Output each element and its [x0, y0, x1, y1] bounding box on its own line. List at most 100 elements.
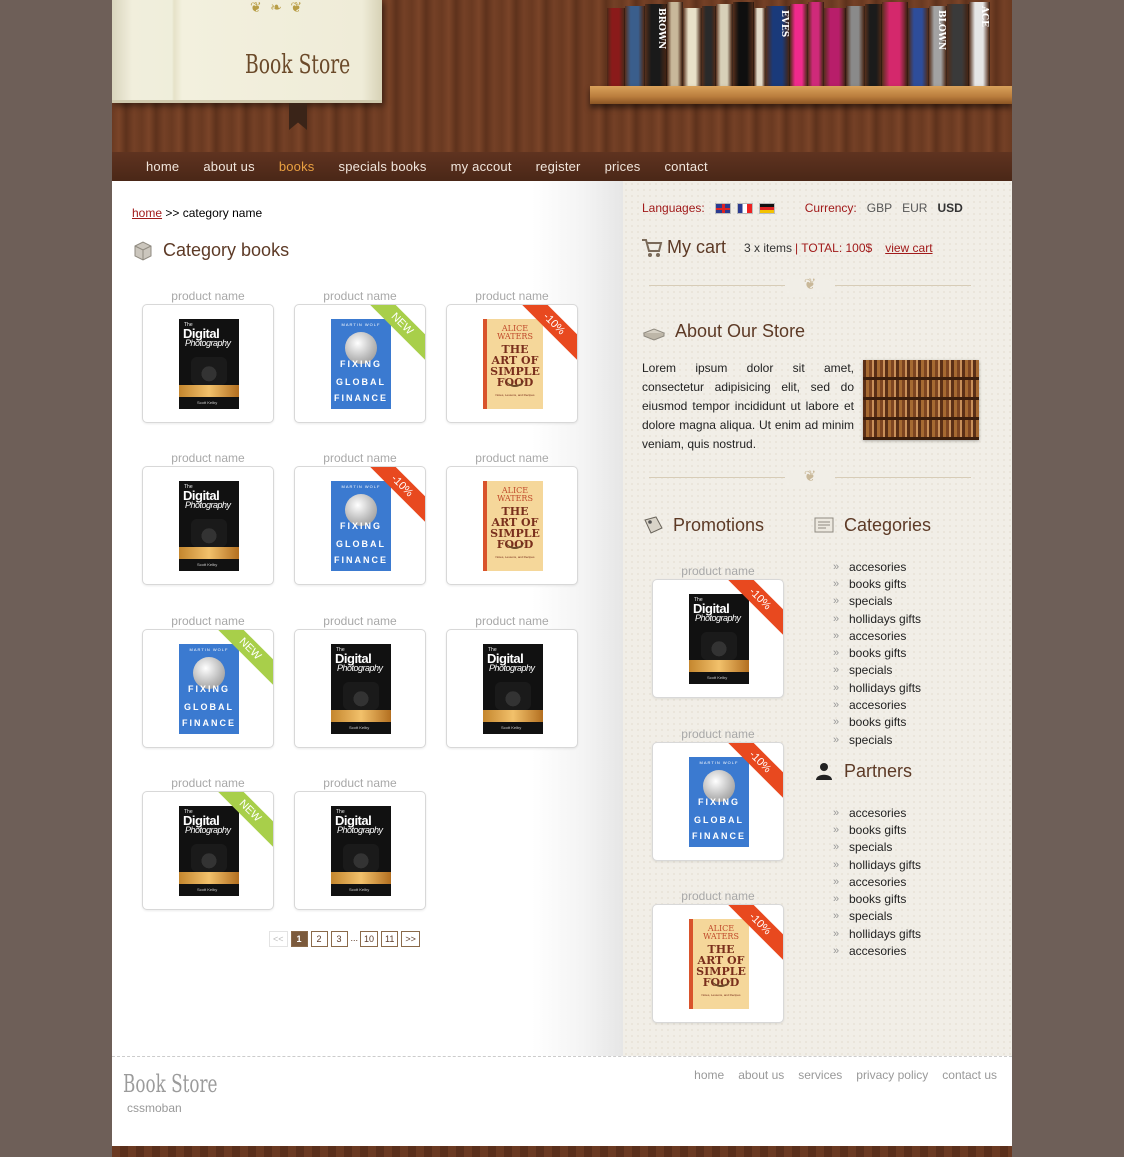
- category-item[interactable]: » hollidays gifts: [831, 679, 981, 696]
- breadcrumb-home-link[interactable]: home: [132, 206, 162, 220]
- currency-gbp[interactable]: GBP: [867, 201, 892, 215]
- footer-link-contact-us[interactable]: contact us: [942, 1068, 997, 1082]
- nav-prices[interactable]: prices: [605, 159, 641, 174]
- sidebar: Languages: Currency: GBP EUR USD My cart…: [623, 181, 1012, 1056]
- nav-books[interactable]: books: [279, 159, 315, 174]
- uk-flag-icon[interactable]: [714, 202, 731, 214]
- product-name[interactable]: product name: [652, 889, 784, 903]
- nav-specials-books[interactable]: specials books: [339, 159, 427, 174]
- product-card[interactable]: MARTIN WOLF FIXING GLOBAL FINANCE NEW: [142, 628, 274, 748]
- pager-page-3[interactable]: 3: [330, 931, 348, 947]
- product-name[interactable]: product name: [294, 289, 426, 303]
- product-name[interactable]: product name: [446, 614, 578, 628]
- chevron-double-right-icon: »: [833, 858, 840, 871]
- view-cart-link[interactable]: view cart: [885, 241, 932, 255]
- pager-page-1[interactable]: 1: [290, 931, 308, 947]
- product-card[interactable]: The Digital Photography Scott Kelby: [294, 628, 426, 748]
- footer-link-home[interactable]: home: [694, 1068, 724, 1082]
- product-item[interactable]: product name ALICE WATERS THE ART OF SIMPL…: [652, 889, 784, 1023]
- product-name[interactable]: product name: [294, 451, 426, 465]
- category-item[interactable]: » accesories: [831, 558, 981, 575]
- chevron-double-right-icon: »: [833, 699, 840, 712]
- category-item[interactable]: » books gifts: [831, 714, 981, 731]
- product-item[interactable]: product name The Digital Photography Scott K…: [142, 451, 274, 586]
- product-card[interactable]: MARTIN WOLF FIXING GLOBAL FINANCE -10%: [652, 741, 784, 861]
- footer-link-services[interactable]: services: [798, 1068, 842, 1082]
- category-item[interactable]: » specials: [831, 731, 981, 748]
- footer-link-about-us[interactable]: about us: [738, 1068, 784, 1082]
- nav-home[interactable]: home: [146, 159, 179, 174]
- product-card[interactable]: The Digital Photography Scott Kelby: [294, 790, 426, 910]
- partner-item[interactable]: » books gifts: [831, 890, 981, 907]
- product-name[interactable]: product name: [294, 776, 426, 790]
- product-item[interactable]: product name MARTIN WOLF FIXING GLOBAL FINAN…: [652, 727, 784, 861]
- product-card[interactable]: ALICE WATERS THE ART OF SIMPLE FOOD Notes,…: [446, 466, 578, 586]
- product-item[interactable]: product name ALICE WATERS THE ART OF SIMPL…: [446, 451, 578, 586]
- nav-register[interactable]: register: [536, 159, 581, 174]
- product-card[interactable]: ALICE WATERS THE ART OF SIMPLE FOOD Notes,…: [446, 304, 578, 423]
- product-name[interactable]: product name: [142, 451, 274, 465]
- product-name[interactable]: product name: [652, 727, 784, 741]
- nav-my-account[interactable]: my accout: [451, 159, 512, 174]
- currency-usd[interactable]: USD: [937, 201, 962, 215]
- partner-item[interactable]: » accesories: [831, 804, 981, 821]
- nav-contact[interactable]: contact: [664, 159, 707, 174]
- category-item[interactable]: » hollidays gifts: [831, 610, 981, 627]
- category-item[interactable]: » specials: [831, 593, 981, 610]
- product-card[interactable]: The Digital Photography Scott Kelby NEW: [142, 790, 274, 910]
- category-label: specials: [849, 663, 893, 678]
- product-item[interactable]: product name MARTIN WOLF FIXING GLOBAL FINAN…: [294, 289, 426, 423]
- product-card[interactable]: The Digital Photography Scott Kelby: [142, 466, 274, 586]
- book-spine: [716, 4, 733, 86]
- partner-item[interactable]: » accesories: [831, 942, 981, 959]
- product-card[interactable]: The Digital Photography Scott Kelby: [142, 304, 274, 423]
- product-item[interactable]: product name The Digital Photography Scott K…: [294, 776, 426, 910]
- france-flag-icon[interactable]: [736, 202, 753, 214]
- pager-page-2[interactable]: 2: [310, 931, 328, 947]
- partner-item[interactable]: » specials: [831, 839, 981, 856]
- product-name[interactable]: product name: [142, 614, 274, 628]
- category-item[interactable]: » accesories: [831, 696, 981, 713]
- partner-item[interactable]: » specials: [831, 908, 981, 925]
- book-cover-alice: ALICE WATERS THE ART OF SIMPLE FOOD Notes,…: [483, 319, 543, 409]
- product-card[interactable]: MARTIN WOLF FIXING GLOBAL FINANCE NEW: [294, 304, 426, 423]
- product-item[interactable]: product name MARTIN WOLF FIXING GLOBAL FINAN…: [142, 614, 274, 748]
- category-item[interactable]: » specials: [831, 662, 981, 679]
- product-card[interactable]: MARTIN WOLF FIXING GLOBAL FINANCE -10%: [294, 466, 426, 586]
- partner-item[interactable]: » books gifts: [831, 821, 981, 838]
- product-card[interactable]: The Digital Photography Scott Kelby -10%: [652, 579, 784, 698]
- category-item[interactable]: » books gifts: [831, 644, 981, 661]
- footer: Book Store cssmoban home about us servic…: [112, 1056, 1012, 1146]
- germany-flag-icon[interactable]: [758, 202, 775, 214]
- product-card[interactable]: The Digital Photography Scott Kelby: [446, 628, 578, 748]
- partner-item[interactable]: » accesories: [831, 873, 981, 890]
- partner-item[interactable]: » hollidays gifts: [831, 925, 981, 942]
- product-item[interactable]: product name The Digital Photography Scott K…: [142, 289, 274, 423]
- product-name[interactable]: product name: [294, 614, 426, 628]
- product-item[interactable]: product name ALICE WATERS THE ART OF SIMPL…: [446, 289, 578, 423]
- product-name[interactable]: product name: [446, 451, 578, 465]
- product-item[interactable]: product name The Digital Photography Scott K…: [294, 614, 426, 748]
- product-item[interactable]: product name The Digital Photography Scott K…: [652, 564, 784, 698]
- cover-title: FINANCE: [182, 717, 236, 728]
- pager-page-10[interactable]: 10: [360, 931, 379, 947]
- product-card[interactable]: ALICE WATERS THE ART OF SIMPLE FOOD Notes,…: [652, 904, 784, 1023]
- pager-page-11[interactable]: 11: [381, 931, 399, 947]
- pager-next[interactable]: >>: [401, 931, 420, 947]
- product-item[interactable]: product name The Digital Photography Scott K…: [142, 776, 274, 910]
- product-item[interactable]: product name The Digital Photography Scott K…: [446, 614, 578, 748]
- pager-prev[interactable]: <<: [269, 931, 288, 947]
- currency-eur[interactable]: EUR: [902, 201, 927, 215]
- product-name[interactable]: product name: [446, 289, 578, 303]
- product-name[interactable]: product name: [652, 564, 784, 578]
- nav-about-us[interactable]: about us: [203, 159, 254, 174]
- footer-link-privacy-policy[interactable]: privacy policy: [856, 1068, 928, 1082]
- partners-heading: Partners: [813, 760, 912, 782]
- product-item[interactable]: product name MARTIN WOLF FIXING GLOBAL FINAN…: [294, 451, 426, 586]
- open-book-logo[interactable]: ❦ ❧ ❦ Book Store: [112, 0, 382, 103]
- category-item[interactable]: » books gifts: [831, 575, 981, 592]
- partner-item[interactable]: » hollidays gifts: [831, 856, 981, 873]
- category-item[interactable]: » accesories: [831, 627, 981, 644]
- product-name[interactable]: product name: [142, 289, 274, 303]
- product-name[interactable]: product name: [142, 776, 274, 790]
